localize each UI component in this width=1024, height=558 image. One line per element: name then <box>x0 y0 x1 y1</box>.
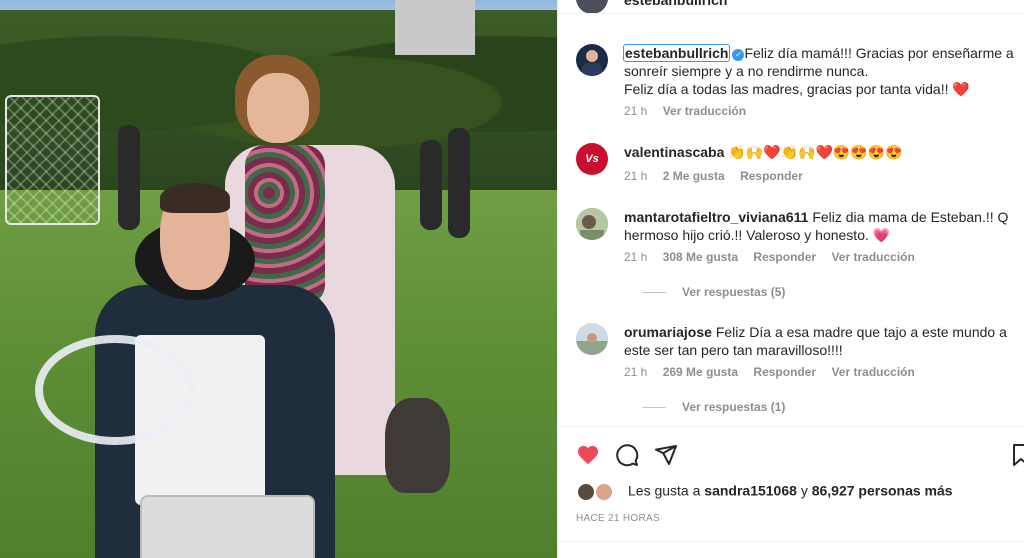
post-photo[interactable] <box>0 0 557 558</box>
comment-username[interactable]: orumariajose <box>624 324 712 340</box>
heart-filled-icon[interactable] <box>576 443 600 467</box>
profile-photo-icon <box>582 50 602 76</box>
caption-time: 21 h <box>624 104 648 118</box>
photo-soccer-net <box>5 95 100 225</box>
likes-prefix: Les gusta a <box>628 482 701 499</box>
view-replies-button[interactable]: Ver respuestas (1) <box>642 400 785 414</box>
photo-child <box>448 128 470 238</box>
profile-photo-icon <box>576 208 608 240</box>
bookmark-icon[interactable] <box>1013 443 1024 467</box>
photo-man <box>35 183 355 558</box>
comment-avatar[interactable] <box>576 323 608 355</box>
comment-username[interactable]: valentinascaba <box>624 144 724 160</box>
photo-dog <box>385 398 450 493</box>
likes-user-link[interactable]: sandra151068 <box>704 483 797 499</box>
post-header: estebanbullrich <box>558 0 1024 14</box>
profile-photo-icon <box>576 323 608 355</box>
post-side-panel: estebanbullrich estebanbullrich ✓ Feliz dí… <box>557 0 1024 558</box>
comment-text: valentinascaba 👏🙌❤️👏🙌❤️😍😍😍😍 <box>624 143 1019 161</box>
likes-count-link[interactable]: 86,927 personas más <box>812 483 953 499</box>
liker-avatar <box>576 482 596 502</box>
paper-plane-icon[interactable] <box>654 443 678 467</box>
comment-meta: 21 h 269 Me gusta Responder Ver traducci… <box>624 365 927 379</box>
photo-child <box>420 140 442 230</box>
header-username[interactable]: estebanbullrich <box>624 0 727 8</box>
comment-reply-button[interactable]: Responder <box>753 365 816 379</box>
comment-time: 21 h <box>624 250 648 264</box>
photo-building <box>395 0 475 55</box>
caption-line-2: Feliz día a todas las madres, gracias po… <box>624 81 970 97</box>
view-replies-button[interactable]: Ver respuestas (5) <box>642 285 785 299</box>
caption-translate-link[interactable]: Ver traducción <box>663 104 746 118</box>
comment-meta: 21 h 308 Me gusta Responder Ver traducci… <box>624 250 927 264</box>
replies-divider <box>642 407 666 409</box>
liker-avatars <box>576 482 618 502</box>
post-timestamp[interactable]: HACE 21 HORAS <box>576 513 660 524</box>
comment-username[interactable]: mantarotafieltro_viviana611 <box>624 209 808 225</box>
view-replies-label: Ver respuestas (1) <box>682 400 786 414</box>
comment-likes[interactable]: 269 Me gusta <box>663 365 738 379</box>
add-comment-bar <box>558 541 1024 558</box>
comment-time: 21 h <box>624 169 648 183</box>
likes-summary: Les gusta a sandra151068 y 86,927 person… <box>576 482 953 502</box>
caption-text: estebanbullrich ✓ Feliz día mamá!!! Gracia… <box>622 44 1019 98</box>
comment-meta: 21 h 2 Me gusta Responder <box>624 169 815 183</box>
post-actions: Les gusta a sandra151068 y 86,927 person… <box>558 426 1024 558</box>
comment-reply-button[interactable]: Responder <box>753 250 816 264</box>
comment-time: 21 h <box>624 365 648 379</box>
comment-reply-button[interactable]: Responder <box>740 169 803 183</box>
comment-translate-link[interactable]: Ver traducción <box>831 250 914 264</box>
caption-avatar[interactable] <box>576 44 608 76</box>
liker-avatar <box>594 482 614 502</box>
comment-text: orumariajose Feliz Día a esa madre que t… <box>624 323 1019 359</box>
view-replies-label: Ver respuestas (5) <box>682 285 786 299</box>
comment-avatar[interactable]: Vs <box>576 143 608 175</box>
header-avatar[interactable] <box>576 0 608 13</box>
comment-avatar[interactable] <box>576 208 608 240</box>
comment-text: mantarotafieltro_viviana611 Feliz dia ma… <box>624 208 1019 244</box>
comment-likes[interactable]: 308 Me gusta <box>663 250 738 264</box>
comment-translate-link[interactable]: Ver traducción <box>831 365 914 379</box>
verified-badge-icon: ✓ <box>732 49 745 61</box>
likes-connector: y <box>800 482 808 499</box>
caption-meta: 21 h Ver traducción <box>624 104 758 118</box>
caption-username[interactable]: estebanbullrich <box>622 44 731 62</box>
replies-divider <box>642 292 666 294</box>
comment-bubble-icon[interactable] <box>615 443 639 467</box>
comment-likes[interactable]: 2 Me gusta <box>663 169 725 183</box>
comment-body: 👏🙌❤️👏🙌❤️😍😍😍😍 <box>728 144 903 160</box>
